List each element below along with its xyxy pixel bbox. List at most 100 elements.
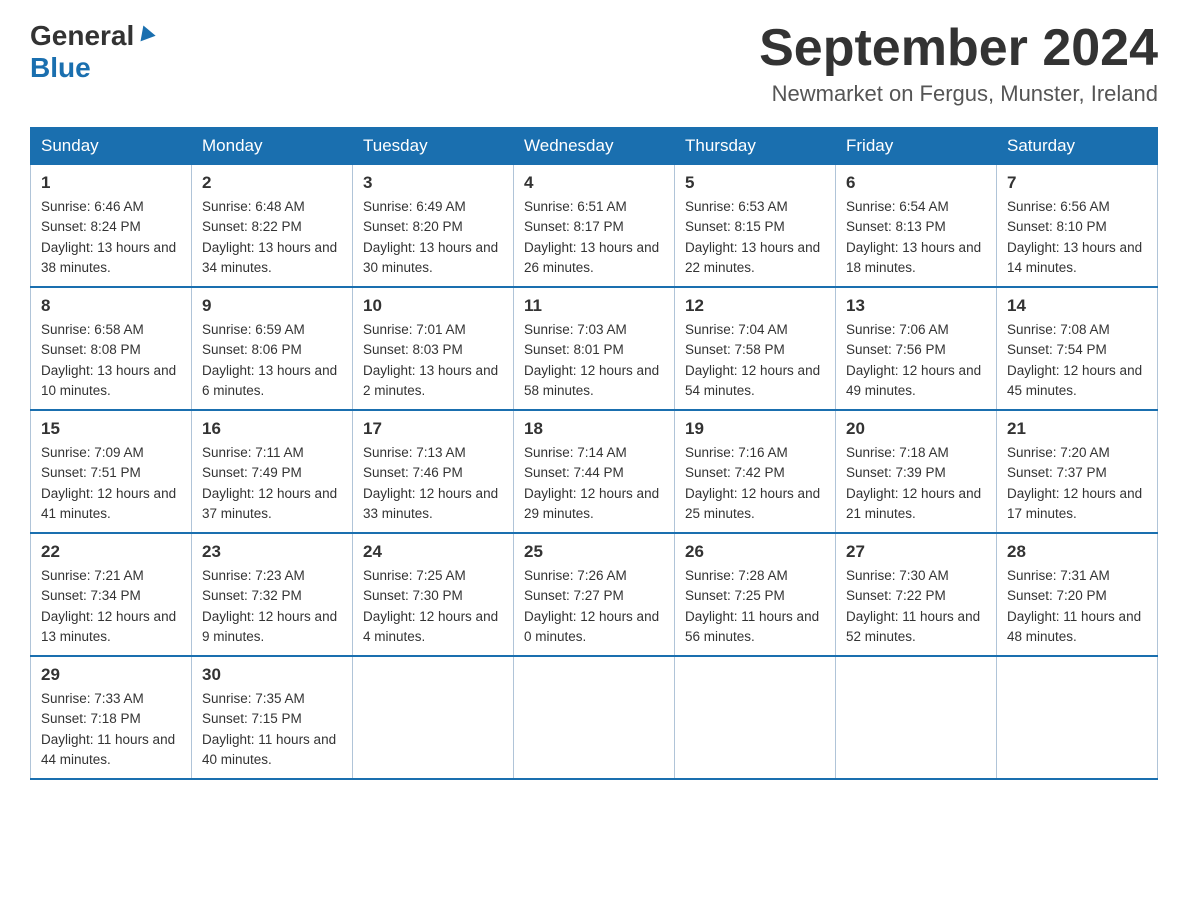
calendar-cell: 20 Sunrise: 7:18 AMSunset: 7:39 PMDayligh… (836, 410, 997, 533)
calendar-header-friday: Friday (836, 128, 997, 165)
day-number: 28 (1007, 542, 1147, 562)
day-number: 12 (685, 296, 825, 316)
title-area: September 2024 Newmarket on Fergus, Muns… (759, 20, 1158, 107)
month-title: September 2024 (759, 20, 1158, 77)
day-info: Sunrise: 7:20 AMSunset: 7:37 PMDaylight:… (1007, 443, 1147, 524)
day-info: Sunrise: 6:48 AMSunset: 8:22 PMDaylight:… (202, 197, 342, 278)
logo-blue-text: Blue (30, 52, 91, 84)
calendar-header-monday: Monday (192, 128, 353, 165)
calendar-cell (997, 656, 1158, 779)
day-number: 6 (846, 173, 986, 193)
day-info: Sunrise: 7:35 AMSunset: 7:15 PMDaylight:… (202, 689, 342, 770)
calendar-header-sunday: Sunday (31, 128, 192, 165)
day-info: Sunrise: 7:11 AMSunset: 7:49 PMDaylight:… (202, 443, 342, 524)
day-number: 5 (685, 173, 825, 193)
day-number: 8 (41, 296, 181, 316)
calendar-cell: 7 Sunrise: 6:56 AMSunset: 8:10 PMDaylight… (997, 165, 1158, 288)
day-info: Sunrise: 7:23 AMSunset: 7:32 PMDaylight:… (202, 566, 342, 647)
day-number: 29 (41, 665, 181, 685)
calendar-cell: 11 Sunrise: 7:03 AMSunset: 8:01 PMDayligh… (514, 287, 675, 410)
calendar-cell (836, 656, 997, 779)
calendar-header-tuesday: Tuesday (353, 128, 514, 165)
day-number: 9 (202, 296, 342, 316)
calendar-header-row: SundayMondayTuesdayWednesdayThursdayFrid… (31, 128, 1158, 165)
day-number: 21 (1007, 419, 1147, 439)
day-info: Sunrise: 7:33 AMSunset: 7:18 PMDaylight:… (41, 689, 181, 770)
day-number: 1 (41, 173, 181, 193)
calendar-cell: 14Sunrise: 7:08 AMSunset: 7:54 PMDayligh… (997, 287, 1158, 410)
calendar-cell: 4Sunrise: 6:51 AMSunset: 8:17 PMDaylight… (514, 165, 675, 288)
calendar-cell: 26Sunrise: 7:28 AMSunset: 7:25 PMDayligh… (675, 533, 836, 656)
logo: General Blue (30, 20, 153, 84)
calendar-cell: 5 Sunrise: 6:53 AMSunset: 8:15 PMDaylight… (675, 165, 836, 288)
calendar-cell: 9 Sunrise: 6:59 AMSunset: 8:06 PMDaylight… (192, 287, 353, 410)
location-title: Newmarket on Fergus, Munster, Ireland (759, 81, 1158, 107)
day-number: 17 (363, 419, 503, 439)
calendar-cell: 19Sunrise: 7:16 AMSunset: 7:42 PMDayligh… (675, 410, 836, 533)
day-info: Sunrise: 7:31 AMSunset: 7:20 PMDaylight:… (1007, 566, 1147, 647)
day-info: Sunrise: 7:28 AMSunset: 7:25 PMDaylight:… (685, 566, 825, 647)
calendar-cell: 21 Sunrise: 7:20 AMSunset: 7:37 PMDayligh… (997, 410, 1158, 533)
day-number: 24 (363, 542, 503, 562)
day-number: 20 (846, 419, 986, 439)
calendar-cell: 27 Sunrise: 7:30 AMSunset: 7:22 PMDayligh… (836, 533, 997, 656)
day-info: Sunrise: 6:46 AMSunset: 8:24 PMDaylight:… (41, 197, 181, 278)
day-info: Sunrise: 7:25 AMSunset: 7:30 PMDaylight:… (363, 566, 503, 647)
day-number: 18 (524, 419, 664, 439)
day-info: Sunrise: 7:30 AMSunset: 7:22 PMDaylight:… (846, 566, 986, 647)
day-info: Sunrise: 6:58 AMSunset: 8:08 PMDaylight:… (41, 320, 181, 401)
day-number: 10 (363, 296, 503, 316)
day-info: Sunrise: 6:59 AMSunset: 8:06 PMDaylight:… (202, 320, 342, 401)
day-number: 3 (363, 173, 503, 193)
calendar-cell: 15Sunrise: 7:09 AMSunset: 7:51 PMDayligh… (31, 410, 192, 533)
calendar-cell: 24 Sunrise: 7:25 AMSunset: 7:30 PMDayligh… (353, 533, 514, 656)
calendar-week-row: 22Sunrise: 7:21 AMSunset: 7:34 PMDayligh… (31, 533, 1158, 656)
calendar-table: SundayMondayTuesdayWednesdayThursdayFrid… (30, 127, 1158, 780)
calendar-cell: 28 Sunrise: 7:31 AMSunset: 7:20 PMDayligh… (997, 533, 1158, 656)
day-number: 23 (202, 542, 342, 562)
calendar-week-row: 1 Sunrise: 6:46 AMSunset: 8:24 PMDaylight… (31, 165, 1158, 288)
calendar-header-wednesday: Wednesday (514, 128, 675, 165)
day-number: 27 (846, 542, 986, 562)
day-number: 11 (524, 296, 664, 316)
calendar-week-row: 15Sunrise: 7:09 AMSunset: 7:51 PMDayligh… (31, 410, 1158, 533)
calendar-cell: 2 Sunrise: 6:48 AMSunset: 8:22 PMDaylight… (192, 165, 353, 288)
day-number: 2 (202, 173, 342, 193)
day-info: Sunrise: 7:13 AMSunset: 7:46 PMDaylight:… (363, 443, 503, 524)
calendar-cell: 30 Sunrise: 7:35 AMSunset: 7:15 PMDayligh… (192, 656, 353, 779)
calendar-cell: 8 Sunrise: 6:58 AMSunset: 8:08 PMDaylight… (31, 287, 192, 410)
calendar-cell: 3 Sunrise: 6:49 AMSunset: 8:20 PMDaylight… (353, 165, 514, 288)
calendar-header-thursday: Thursday (675, 128, 836, 165)
calendar-cell (514, 656, 675, 779)
logo-arrow-icon (135, 25, 156, 46)
calendar-cell: 18 Sunrise: 7:14 AMSunset: 7:44 PMDayligh… (514, 410, 675, 533)
day-number: 7 (1007, 173, 1147, 193)
page-header: General Blue September 2024 Newmarket on… (30, 20, 1158, 107)
day-info: Sunrise: 6:56 AMSunset: 8:10 PMDaylight:… (1007, 197, 1147, 278)
day-info: Sunrise: 7:03 AMSunset: 8:01 PMDaylight:… (524, 320, 664, 401)
day-info: Sunrise: 7:14 AMSunset: 7:44 PMDaylight:… (524, 443, 664, 524)
calendar-header-saturday: Saturday (997, 128, 1158, 165)
day-info: Sunrise: 6:51 AMSunset: 8:17 PMDaylight:… (524, 197, 664, 278)
day-info: Sunrise: 7:16 AMSunset: 7:42 PMDaylight:… (685, 443, 825, 524)
calendar-cell: 12Sunrise: 7:04 AMSunset: 7:58 PMDayligh… (675, 287, 836, 410)
day-info: Sunrise: 7:21 AMSunset: 7:34 PMDaylight:… (41, 566, 181, 647)
calendar-cell: 6Sunrise: 6:54 AMSunset: 8:13 PMDaylight… (836, 165, 997, 288)
day-number: 30 (202, 665, 342, 685)
day-info: Sunrise: 6:53 AMSunset: 8:15 PMDaylight:… (685, 197, 825, 278)
calendar-week-row: 29 Sunrise: 7:33 AMSunset: 7:18 PMDayligh… (31, 656, 1158, 779)
logo-general-text: General (30, 20, 134, 52)
day-number: 16 (202, 419, 342, 439)
day-number: 14 (1007, 296, 1147, 316)
calendar-cell: 22Sunrise: 7:21 AMSunset: 7:34 PMDayligh… (31, 533, 192, 656)
day-number: 13 (846, 296, 986, 316)
calendar-cell: 29 Sunrise: 7:33 AMSunset: 7:18 PMDayligh… (31, 656, 192, 779)
calendar-cell: 10 Sunrise: 7:01 AMSunset: 8:03 PMDayligh… (353, 287, 514, 410)
day-info: Sunrise: 7:01 AMSunset: 8:03 PMDaylight:… (363, 320, 503, 401)
calendar-cell: 1 Sunrise: 6:46 AMSunset: 8:24 PMDaylight… (31, 165, 192, 288)
day-info: Sunrise: 7:18 AMSunset: 7:39 PMDaylight:… (846, 443, 986, 524)
calendar-cell: 25Sunrise: 7:26 AMSunset: 7:27 PMDayligh… (514, 533, 675, 656)
day-info: Sunrise: 6:49 AMSunset: 8:20 PMDaylight:… (363, 197, 503, 278)
day-info: Sunrise: 7:06 AMSunset: 7:56 PMDaylight:… (846, 320, 986, 401)
calendar-cell (353, 656, 514, 779)
